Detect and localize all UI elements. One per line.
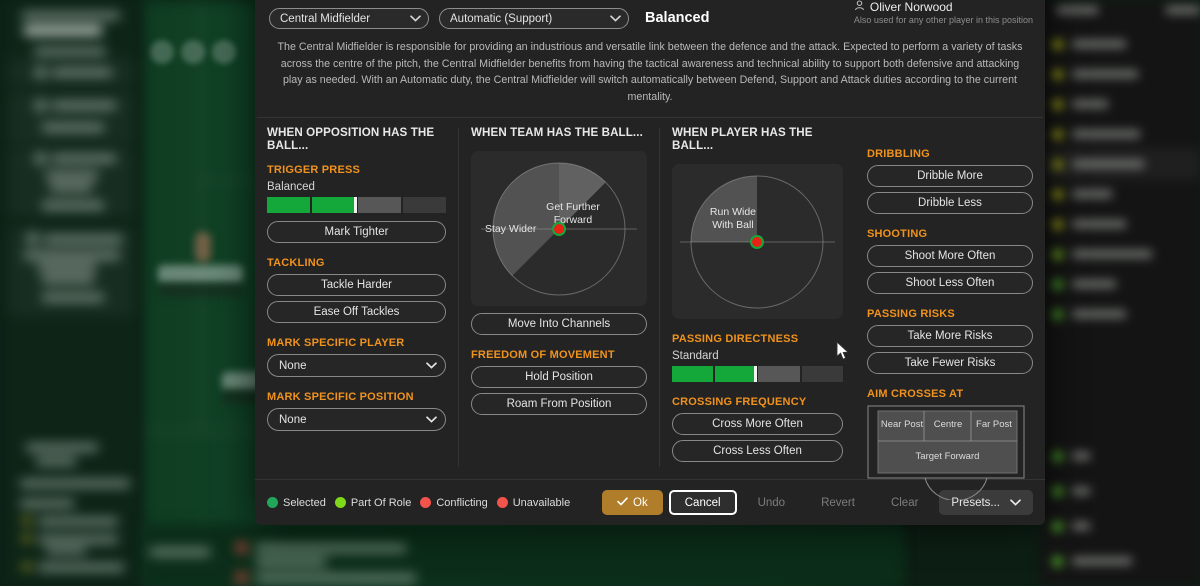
player-name-row: Oliver Norwood xyxy=(854,0,1033,14)
section-title-passing-directness: PASSING DIRECTNESS xyxy=(671,333,799,346)
background-player-figure xyxy=(195,232,211,262)
column-title-team: WHEN TEAM HAS THE BALL... xyxy=(471,126,643,140)
chevron-down-icon xyxy=(426,360,437,372)
role-description: The Central Midfielder is responsible fo… xyxy=(277,41,1023,103)
dialog-header: Central Midfielder Automatic (Support) B… xyxy=(255,0,1045,29)
column-title-opposition: WHEN OPPOSITION HAS THE BALL... xyxy=(267,126,435,153)
section-title-passing-risks: PASSING RISKS xyxy=(866,308,955,321)
legend-item-unavailable: Unavailable xyxy=(496,496,571,509)
person-icon xyxy=(854,0,865,14)
mark-specific-position-value: None xyxy=(279,413,307,426)
legend-label-part-of-role: Part Of Role xyxy=(350,496,412,509)
shoot-less-often-button[interactable]: Shoot Less Often xyxy=(866,272,1033,295)
tackle-harder-button[interactable]: Tackle Harder xyxy=(267,274,447,297)
mark-specific-position-select[interactable]: None xyxy=(267,408,447,432)
legend-dot-part-of-role xyxy=(334,497,346,508)
passing-directness-value: Standard xyxy=(671,350,719,363)
trigger-press-slider[interactable] xyxy=(267,197,446,214)
role-select[interactable]: Central Midfielder xyxy=(269,8,429,29)
dribble-less-button[interactable]: Dribble Less xyxy=(866,192,1033,215)
ease-off-tackles-button[interactable]: Ease Off Tackles xyxy=(267,301,447,324)
check-icon xyxy=(617,496,628,509)
section-title-aim-crosses-at: AIM CROSSES AT xyxy=(866,388,964,401)
legend-dot-selected xyxy=(267,497,278,508)
hold-position-button[interactable]: Hold Position xyxy=(471,366,647,389)
section-title-mark-specific-position: MARK SPECIFIC POSITION xyxy=(267,391,414,404)
aim-crosses-widget[interactable]: Near Post Centre Far Post Target Forward xyxy=(867,405,1033,501)
player-name-text: Oliver Norwood xyxy=(869,0,953,14)
dribble-more-button[interactable]: Dribble More xyxy=(866,165,1033,188)
column-player-actions: DRIBBLING Dribble More Dribble Less SHOO… xyxy=(855,126,1045,501)
column-when-player-has-ball: WHEN PLAYER HAS THE BALL... Run Wide With… xyxy=(660,126,855,479)
section-title-dribbling: DRIBBLING xyxy=(866,148,930,161)
player-note: Also used for any other player in this p… xyxy=(853,15,1033,25)
duty-select[interactable]: Automatic (Support) xyxy=(439,8,629,29)
section-title-shooting: SHOOTING xyxy=(866,228,928,241)
app-root: Central Midfielder Automatic (Support) B… xyxy=(0,0,1200,586)
column-title-player: WHEN PLAYER HAS THE BALL... xyxy=(671,126,813,153)
ok-button-label: Ok xyxy=(633,496,648,509)
player-movement-radial[interactable]: Run Wide With Ball xyxy=(671,164,843,320)
ok-button[interactable]: Ok xyxy=(602,490,663,515)
section-title-mark-specific-player: MARK SPECIFIC PLAYER xyxy=(267,337,405,350)
legend-dot-conflicting xyxy=(420,497,432,508)
mark-specific-player-select[interactable]: None xyxy=(267,354,447,378)
background-right-sidebar xyxy=(1040,0,1200,586)
cancel-button[interactable]: Cancel xyxy=(668,490,737,515)
legend-label-unavailable: Unavailable xyxy=(512,496,571,509)
legend-item-part-of-role: Part Of Role xyxy=(334,496,412,509)
section-title-crossing-frequency: CROSSING FREQUENCY xyxy=(671,396,807,409)
dialog-body: WHEN OPPOSITION HAS THE BALL... TRIGGER … xyxy=(255,118,1045,501)
player-info: Oliver Norwood Also used for any other p… xyxy=(854,0,1033,25)
mark-tighter-button[interactable]: Mark Tighter xyxy=(267,221,447,244)
trigger-press-value: Balanced xyxy=(267,181,315,194)
legend-dot-unavailable xyxy=(496,497,508,508)
shoot-more-often-button[interactable]: Shoot More Often xyxy=(866,245,1033,268)
column-when-opposition-has-ball: WHEN OPPOSITION HAS THE BALL... TRIGGER … xyxy=(255,126,458,479)
background-left-sidebar xyxy=(0,0,142,586)
move-into-channels-button[interactable]: Move Into Channels xyxy=(471,313,647,336)
chevron-down-icon xyxy=(610,15,621,22)
revert-button[interactable]: Revert xyxy=(806,490,870,515)
legend-label-conflicting: Conflicting xyxy=(436,496,488,509)
background-pitch-toolbar xyxy=(150,40,236,64)
mentality-label: Balanced xyxy=(645,10,710,26)
undo-button[interactable]: Undo xyxy=(743,490,801,515)
cross-less-often-button[interactable]: Cross Less Often xyxy=(671,440,843,463)
chevron-down-icon xyxy=(426,414,437,426)
background-player-chip xyxy=(158,283,243,297)
team-movement-radial[interactable]: Get Further Forward Stay Wider xyxy=(471,151,647,307)
section-title-freedom-of-movement: FREEDOM OF MOVEMENT xyxy=(471,349,615,362)
legend-item-conflicting: Conflicting xyxy=(420,496,488,509)
legend-item-selected: Selected xyxy=(267,497,326,509)
take-fewer-risks-button[interactable]: Take Fewer Risks xyxy=(866,352,1033,375)
legend-label-selected: Selected xyxy=(283,496,326,509)
section-title-trigger-press: TRIGGER PRESS xyxy=(267,164,361,177)
cross-more-often-button[interactable]: Cross More Often xyxy=(671,413,843,436)
column-when-team-has-ball: WHEN TEAM HAS THE BALL... Get Further For… xyxy=(459,126,659,479)
passing-directness-slider[interactable] xyxy=(671,366,843,383)
background-player-chip xyxy=(158,265,243,283)
section-title-tackling: TACKLING xyxy=(267,257,325,270)
background-bottom-strip xyxy=(142,524,902,586)
legend: Selected Part Of Role Conflicting Unavai… xyxy=(267,497,602,509)
mark-specific-player-value: None xyxy=(279,359,307,372)
duty-select-value: Automatic (Support) xyxy=(450,12,553,25)
take-more-risks-button[interactable]: Take More Risks xyxy=(866,325,1033,348)
role-settings-dialog: Central Midfielder Automatic (Support) B… xyxy=(255,0,1045,525)
chevron-down-icon xyxy=(410,15,421,22)
roam-from-position-button[interactable]: Roam From Position xyxy=(471,393,647,416)
role-select-value: Central Midfielder xyxy=(280,12,371,25)
